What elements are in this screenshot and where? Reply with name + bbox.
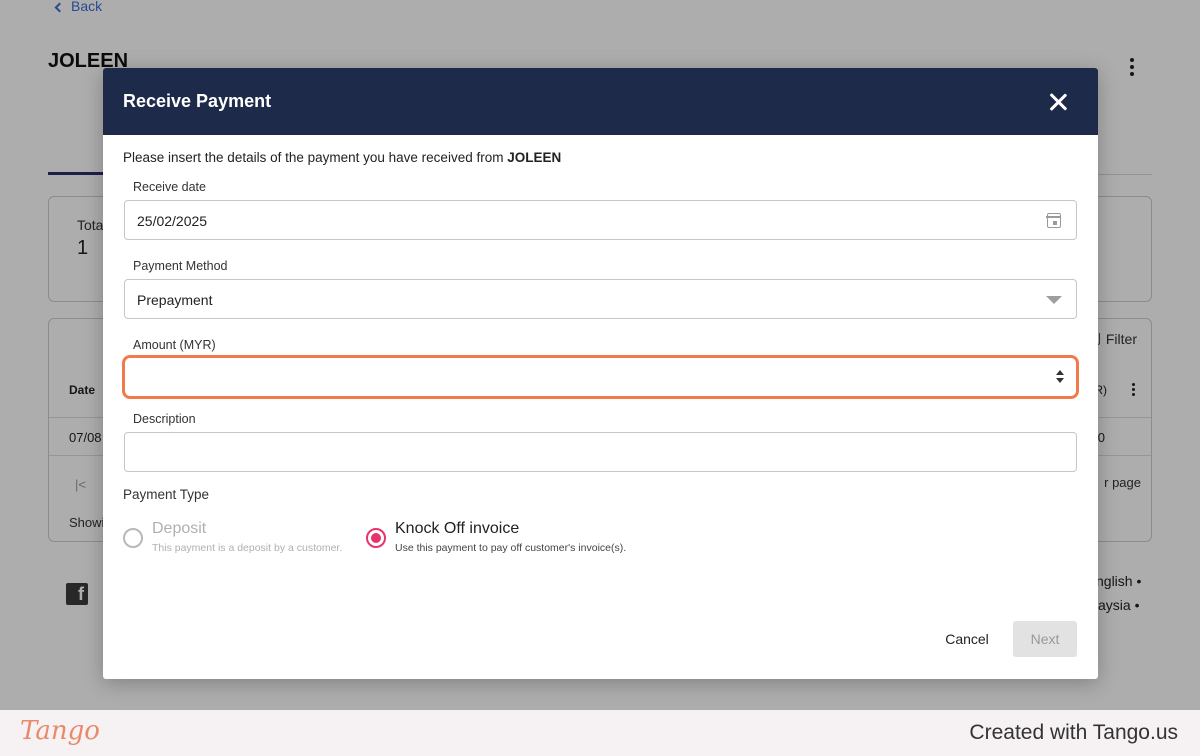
payment-type-label: Payment Type — [123, 487, 210, 502]
tango-logo: Tango — [20, 716, 100, 746]
description-field[interactable] — [124, 432, 1077, 472]
deposit-subtitle: This payment is a deposit by a customer. — [152, 542, 343, 554]
receive-date-label: Receive date — [133, 180, 206, 194]
dialog-intro: Please insert the details of the payment… — [123, 150, 561, 165]
amount-label: Amount (MYR) — [133, 338, 216, 352]
created-with-text: Created with Tango.us — [969, 721, 1178, 744]
deposit-text: Deposit This payment is a deposit by a c… — [152, 520, 342, 554]
radio-knock-off[interactable] — [366, 528, 386, 548]
amount-input[interactable] — [125, 358, 1076, 396]
tango-footer: Tango Created with Tango.us — [0, 710, 1200, 756]
payment-type-knock-off[interactable]: Knock Off invoice Use this payment to pa… — [366, 520, 626, 554]
payment-method-label: Payment Method — [133, 259, 228, 273]
receive-date-field[interactable]: 25/02/2025 — [124, 200, 1077, 240]
payment-method-value: Prepayment — [137, 292, 213, 308]
dialog-title: Receive Payment — [123, 91, 272, 111]
knock-off-subtitle: Use this payment to pay off customer's i… — [395, 542, 627, 554]
close-icon[interactable] — [1048, 92, 1068, 112]
description-input[interactable] — [125, 433, 1076, 471]
description-label: Description — [133, 412, 196, 426]
amount-input-field[interactable] — [122, 355, 1079, 399]
deposit-title: Deposit — [152, 520, 207, 537]
dropdown-arrow-icon[interactable] — [1046, 296, 1062, 304]
next-button[interactable]: Next — [1013, 621, 1077, 657]
dialog-header: Receive Payment — [103, 68, 1098, 135]
radio-deposit[interactable] — [123, 528, 143, 548]
receive-date-value: 25/02/2025 — [137, 213, 208, 229]
number-spinner-icon[interactable] — [1056, 369, 1064, 385]
calendar-icon[interactable] — [1046, 213, 1061, 228]
payment-type-deposit[interactable]: Deposit This payment is a deposit by a c… — [123, 520, 342, 554]
payment-method-select[interactable]: Prepayment — [124, 279, 1077, 319]
intro-customer-name: JOLEEN — [507, 150, 562, 165]
cancel-button[interactable]: Cancel — [932, 621, 1002, 657]
knock-off-title: Knock Off invoice — [395, 520, 520, 537]
intro-text: Please insert the details of the payment… — [123, 150, 508, 165]
knock-off-text: Knock Off invoice Use this payment to pa… — [395, 520, 626, 554]
receive-payment-dialog: Receive Payment Please insert the detail… — [103, 68, 1098, 679]
